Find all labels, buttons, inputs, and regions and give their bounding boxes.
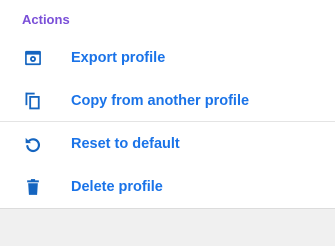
- delete-profile-item[interactable]: Delete profile: [0, 165, 335, 208]
- actions-menu: Actions Export profile Copy from another…: [0, 0, 335, 208]
- section-title: Actions: [22, 12, 70, 27]
- copy-icon: [23, 91, 43, 111]
- copy-from-profile-label: Copy from another profile: [71, 93, 250, 109]
- reset-icon: [23, 134, 43, 154]
- export-profile-item[interactable]: Export profile: [0, 36, 335, 79]
- copy-from-profile-item[interactable]: Copy from another profile: [0, 79, 335, 122]
- delete-icon: [23, 177, 43, 197]
- export-icon: [23, 48, 43, 68]
- delete-profile-label: Delete profile: [71, 179, 163, 195]
- reset-to-default-item[interactable]: Reset to default: [0, 122, 335, 165]
- footer-area: [0, 208, 335, 246]
- reset-to-default-label: Reset to default: [71, 136, 180, 152]
- export-profile-label: Export profile: [71, 50, 166, 66]
